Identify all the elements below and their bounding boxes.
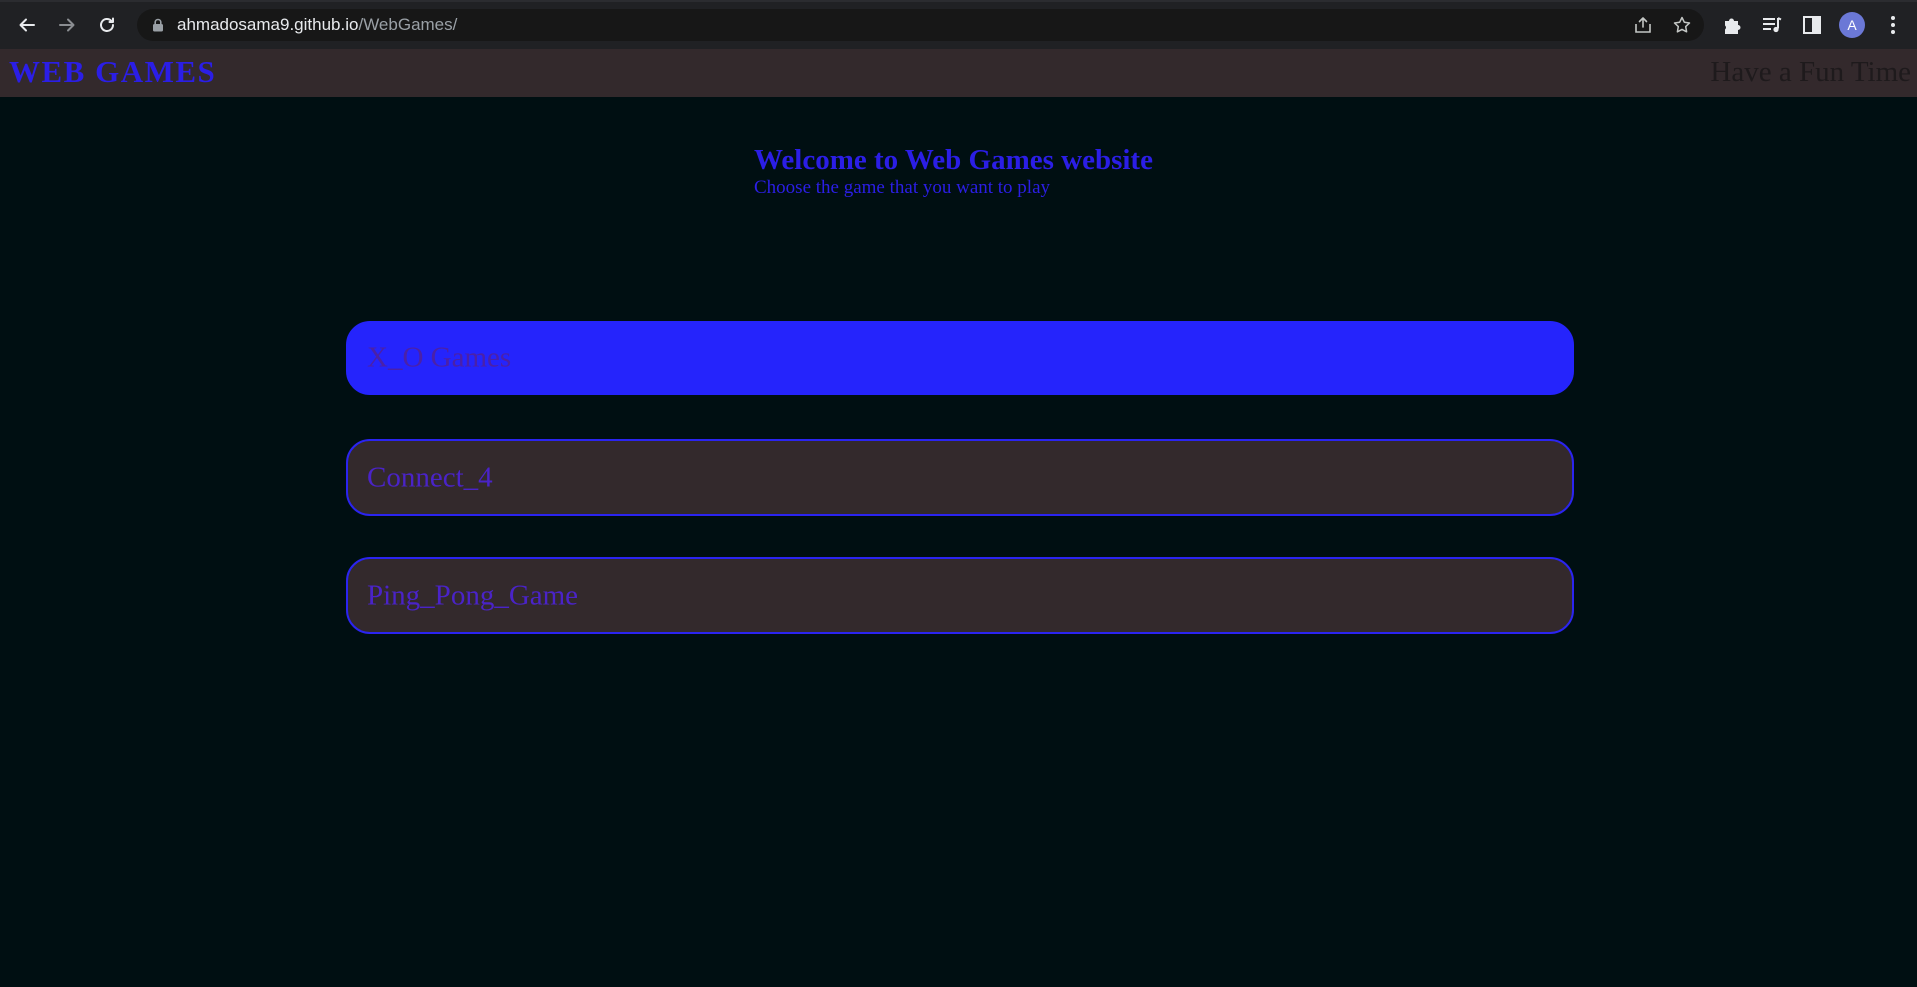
lock-icon[interactable] [152,18,164,32]
site-tagline: Have a Fun Time [1710,56,1911,88]
url-path: /WebGames/ [358,15,458,34]
game-button-label: Connect_4 [367,461,493,493]
back-arrow-icon[interactable] [12,10,42,40]
site-logo[interactable]: WEB GAMES [9,54,216,90]
forward-arrow-icon[interactable] [52,10,82,40]
page-title: Welcome to Web Games website [754,144,1153,176]
tab-strip-edge [0,0,1917,2]
address-bar[interactable]: ahmadosama9.github.io/WebGames/ [137,9,1704,41]
url-host: ahmadosama9.github.io [177,15,359,34]
connect4-game-button[interactable]: Connect_4 [346,439,1574,516]
game-list: X_O Games Connect_4 Ping_Pong_Game [346,321,1574,678]
page-subtitle: Choose the game that you want to play [754,177,1051,198]
bookmark-star-icon[interactable] [1672,15,1692,35]
media-queue-icon[interactable] [1761,14,1783,36]
game-button-label: X_O Games [367,341,512,374]
game-button-label: Ping_Pong_Game [367,579,579,611]
ping-pong-game-button[interactable]: Ping_Pong_Game [346,557,1574,634]
kebab-menu-icon[interactable] [1882,14,1904,36]
extensions-puzzle-icon[interactable] [1721,14,1743,36]
xo-game-button[interactable]: X_O Games [346,321,1574,395]
side-panel-icon[interactable] [1801,14,1823,36]
reload-icon[interactable] [92,10,122,40]
share-icon[interactable] [1633,15,1653,35]
welcome-section: Welcome to Web Games website Choose the … [754,143,1153,199]
profile-avatar[interactable]: A [1839,12,1865,38]
site-header: WEB GAMES Have a Fun Time [0,49,1917,97]
url-text[interactable]: ahmadosama9.github.io/WebGames/ [177,15,457,35]
browser-toolbar: ahmadosama9.github.io/WebGames/ A [0,0,1917,49]
